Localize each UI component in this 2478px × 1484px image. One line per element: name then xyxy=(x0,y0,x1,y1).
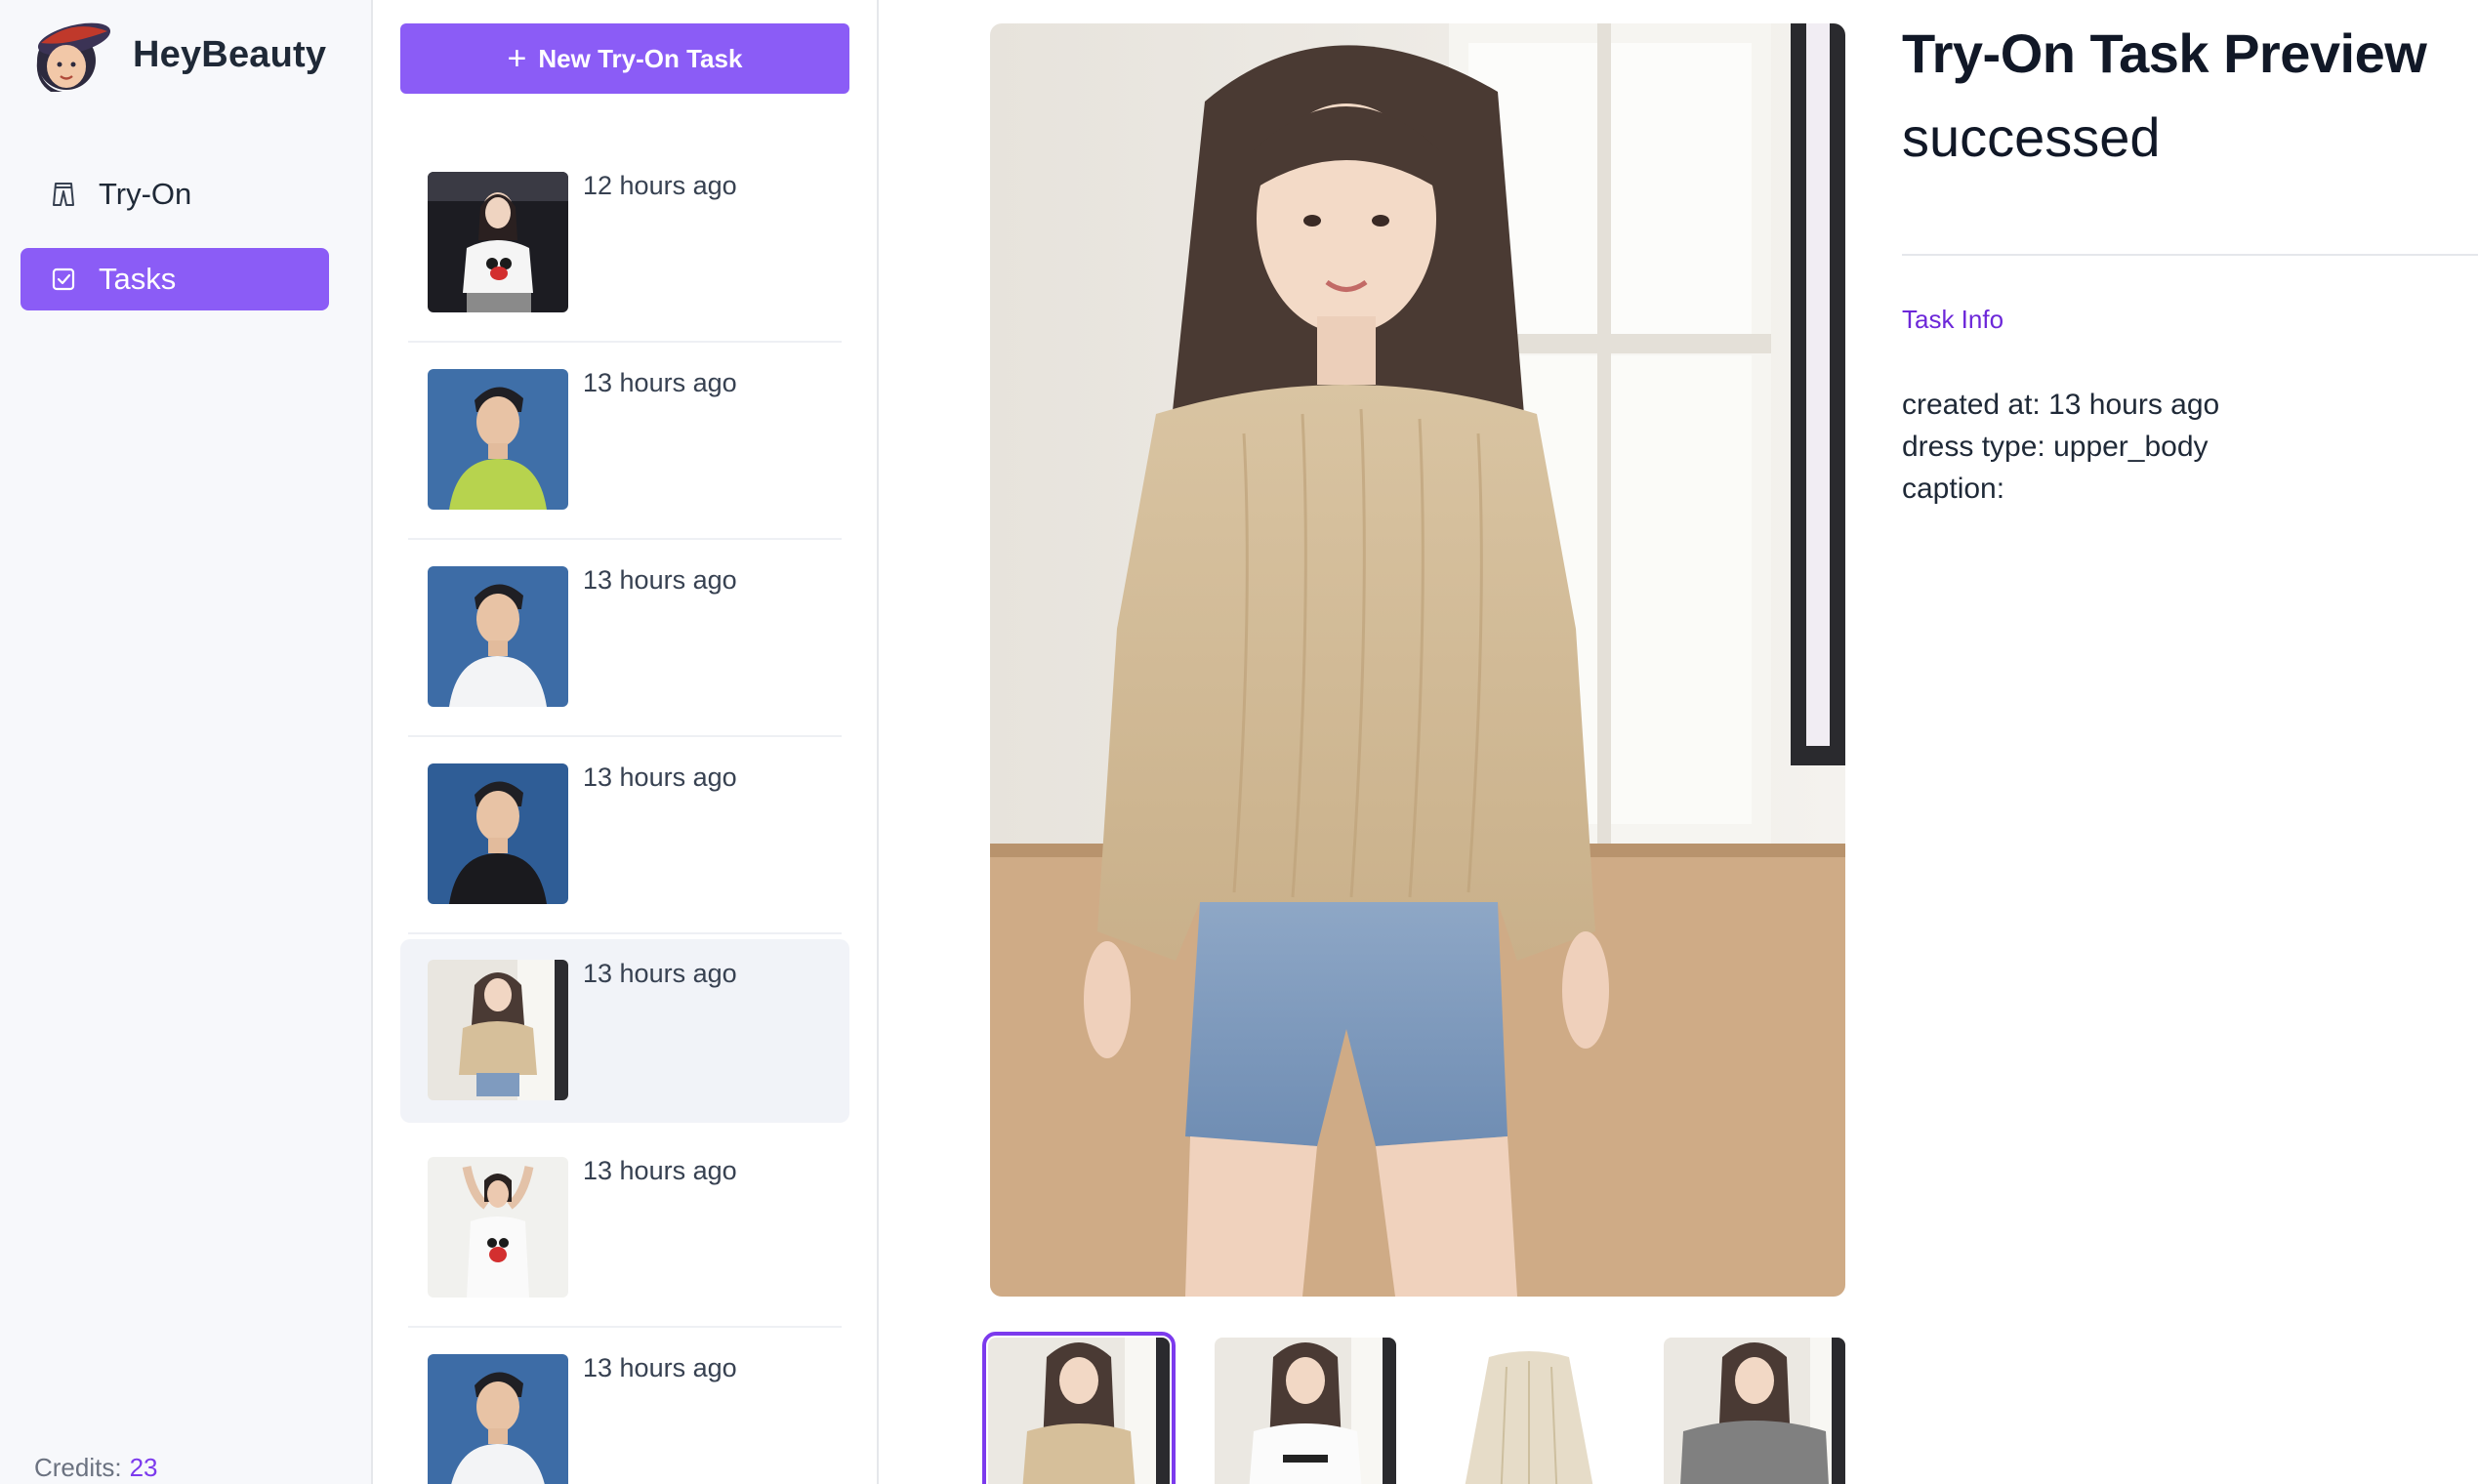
task-thumbnail xyxy=(428,763,568,904)
task-row[interactable]: 13 hours ago xyxy=(400,743,849,934)
task-row[interactable]: 13 hours ago xyxy=(400,1334,849,1484)
sidebar: HeyBeauty Try-On Tasks Credits: 23 xyxy=(0,0,373,1484)
brand[interactable]: HeyBeauty xyxy=(23,14,326,96)
caption: caption: xyxy=(1902,473,2005,505)
task-thumbnail xyxy=(428,1157,568,1298)
divider xyxy=(408,1326,842,1328)
app-root: HeyBeauty Try-On Tasks Credits: 23 + New… xyxy=(0,0,2478,1484)
task-row[interactable]: 13 hours ago xyxy=(400,546,849,737)
dress-type: dress type: upper_body xyxy=(1902,431,2209,463)
sidebar-item-label: Tasks xyxy=(99,262,177,296)
plus-icon: + xyxy=(507,40,527,77)
sidebar-item-label: Try-On xyxy=(99,177,192,211)
credits-label: Credits: xyxy=(34,1453,122,1482)
created-at: created at: 13 hours ago xyxy=(1902,389,2220,421)
sidebar-item-tasks[interactable]: Tasks xyxy=(21,248,329,310)
task-time: 13 hours ago xyxy=(583,763,737,792)
preview-thumbnail-garment[interactable] xyxy=(1438,1338,1620,1484)
task-info-details: created at: 13 hours ago dress type: upp… xyxy=(1902,384,2219,510)
task-status: successed xyxy=(1902,106,2161,168)
new-try-on-task-button[interactable]: + New Try-On Task xyxy=(400,23,849,94)
task-time: 13 hours ago xyxy=(583,565,737,595)
task-info-heading: Task Info xyxy=(1902,305,2004,334)
divider xyxy=(408,932,842,934)
task-time: 13 hours ago xyxy=(583,1156,737,1185)
task-list-panel: + New Try-On Task 12 hours ago 13 hours … xyxy=(375,0,879,1484)
brand-logo-icon xyxy=(36,22,111,92)
preview-thumbnail-result[interactable] xyxy=(982,1332,1176,1484)
page-title: Try-On Task Preview xyxy=(1902,22,2427,84)
credits-value: 23 xyxy=(129,1453,158,1482)
task-time: 13 hours ago xyxy=(583,368,737,397)
task-row[interactable]: 13 hours ago xyxy=(400,349,849,540)
sidebar-item-try-on[interactable]: Try-On xyxy=(21,163,329,226)
pants-icon xyxy=(50,181,77,208)
checkbox-icon xyxy=(50,266,77,293)
task-time: 12 hours ago xyxy=(583,171,737,200)
task-info-panel: Try-On Task Preview successed Task Info … xyxy=(1902,0,2478,1484)
preview-thumbnail-model[interactable] xyxy=(1215,1338,1396,1484)
divider xyxy=(408,735,842,737)
task-thumbnail xyxy=(428,369,568,510)
task-thumbnail xyxy=(428,566,568,707)
new-task-label: New Try-On Task xyxy=(538,43,743,73)
task-thumbnail xyxy=(428,960,568,1100)
divider xyxy=(1902,254,2478,256)
task-row-selected[interactable]: 13 hours ago xyxy=(400,939,849,1123)
task-row[interactable]: 12 hours ago xyxy=(400,151,849,343)
brand-name: HeyBeauty xyxy=(133,33,327,75)
task-thumbnail xyxy=(428,172,568,312)
divider xyxy=(408,538,842,540)
task-time: 13 hours ago xyxy=(583,959,737,988)
task-time: 13 hours ago xyxy=(583,1353,737,1382)
credits: Credits: 23 xyxy=(34,1453,158,1483)
task-thumbnail xyxy=(428,1354,568,1484)
divider xyxy=(408,341,842,343)
result-preview-image xyxy=(990,23,1845,1297)
task-row[interactable]: 13 hours ago xyxy=(400,1136,849,1328)
preview-thumbnail-mask[interactable] xyxy=(1664,1338,1845,1484)
